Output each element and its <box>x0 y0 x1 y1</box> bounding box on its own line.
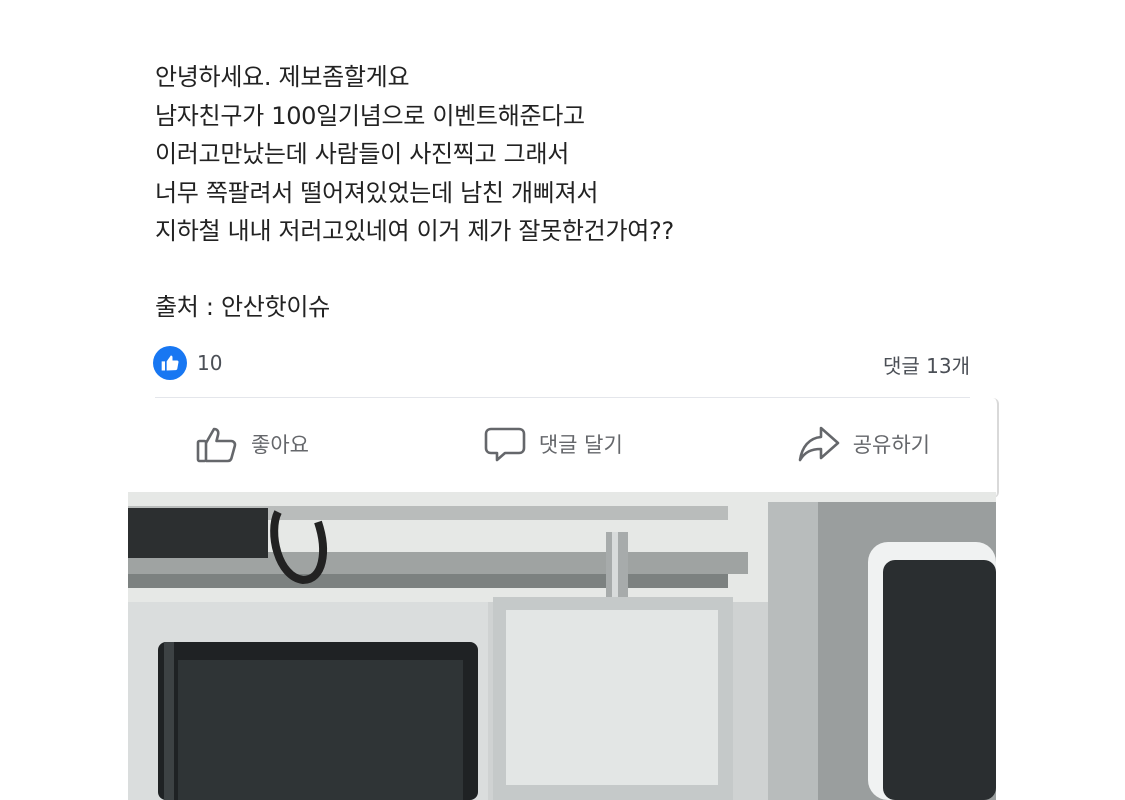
share-label: 공유하기 <box>852 433 930 457</box>
post-line-3: 이러고만났는데 사람들이 사진찍고 그래서 <box>155 140 570 168</box>
post-line-2: 남자친구가 100일기념으로 이벤트해준다고 <box>155 101 585 130</box>
post-line-4: 너무 쪽팔려서 떨어져있었는데 남친 개삐져서 <box>155 178 599 207</box>
action-bar: 좋아요 댓글 달기 공유하기 <box>155 412 970 476</box>
reaction-summary[interactable]: 10 <box>153 346 222 380</box>
comment-label: 댓글 달기 <box>538 433 623 457</box>
share-button[interactable]: 공유하기 <box>757 418 970 470</box>
like-count: 10 <box>197 351 223 375</box>
comment-button[interactable]: 댓글 달기 <box>443 418 663 470</box>
share-icon <box>797 424 841 464</box>
like-badge-icon <box>153 346 187 380</box>
post-line-5: 지하철 내내 저러고있네여 이거 제가 잘못한건가여?? <box>155 217 674 245</box>
thumbs-up-icon <box>195 424 239 464</box>
post-source: 출처 : 안산핫이슈 <box>155 292 330 321</box>
post-line-1: 안녕하세요. 제보좀할게요 <box>155 63 410 91</box>
like-label: 좋아요 <box>251 433 309 457</box>
like-button[interactable]: 좋아요 <box>155 418 349 470</box>
divider <box>155 397 970 398</box>
post-photo[interactable] <box>128 492 996 800</box>
comment-count[interactable]: 댓글 13개 <box>883 350 970 379</box>
post-text: 안녕하세요. 제보좀할게요 남자친구가 100일기념으로 이벤트해준다고 이러고… <box>155 58 674 326</box>
comment-icon <box>483 424 527 464</box>
scrollbar[interactable] <box>989 398 999 498</box>
